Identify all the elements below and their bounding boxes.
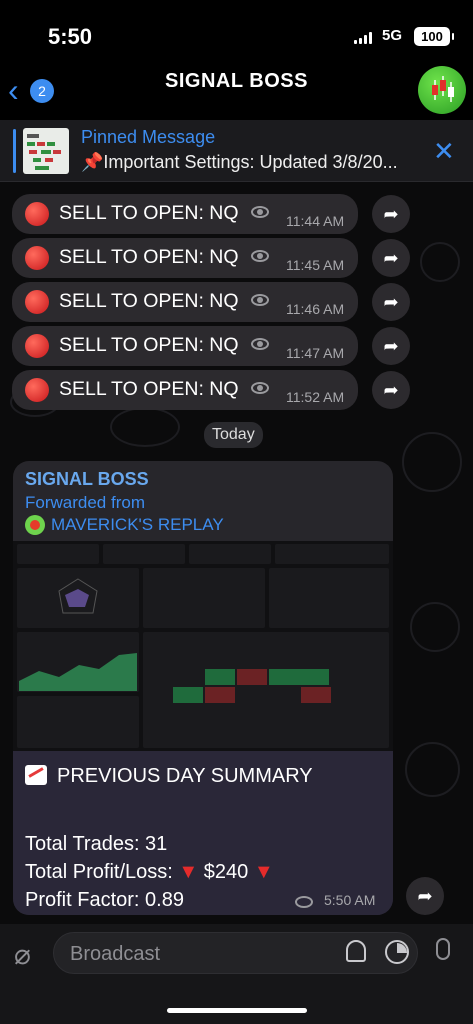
home-indicator (167, 1008, 307, 1013)
message-text: SELL TO OPEN: NQ (59, 202, 239, 224)
dashboard-screenshot[interactable] (13, 541, 393, 751)
background-doodle (420, 242, 460, 282)
message-text: SELL TO OPEN: NQ (59, 246, 239, 268)
red-circle-icon (25, 290, 49, 314)
red-circle-icon (25, 334, 49, 358)
forwarded-message[interactable]: SIGNAL BOSS Forwarded from MAVERICK'S RE… (13, 461, 393, 915)
message-time: 11:47 AM (286, 345, 345, 361)
chart-decreasing-icon (25, 765, 47, 785)
message-time: 11:46 AM (286, 301, 345, 317)
forwarded-label: Forwarded from (25, 493, 145, 512)
forward-origin[interactable]: MAVERICK'S REPLAY (25, 515, 224, 535)
summary-text: PREVIOUS DAY SUMMARY Total Trades: 31 To… (13, 751, 393, 915)
record-icon (25, 515, 45, 535)
message-bubble[interactable]: SELL TO OPEN: NQ 11:45 AM (12, 238, 358, 278)
message-text: SELL TO OPEN: NQ (59, 290, 239, 312)
cellular-signal-icon (354, 32, 372, 44)
composer-bar: ⌀ Broadcast (0, 924, 473, 1024)
total-trades: Total Trades: 31 (25, 833, 168, 855)
pinned-text: 📌Important Settings: Updated 3/8/20... (81, 152, 398, 172)
message-bubble[interactable]: SELL TO OPEN: NQ 11:44 AM (12, 194, 358, 234)
area-chart-thumbnail (19, 653, 137, 691)
network-type: 5G (382, 27, 403, 44)
red-circle-icon (25, 202, 49, 226)
views-icon (251, 294, 269, 306)
pinned-title: Pinned Message (81, 127, 216, 147)
red-circle-icon (25, 246, 49, 270)
views-icon (251, 250, 269, 262)
timer-icon[interactable] (385, 940, 409, 964)
red-circle-icon (25, 378, 49, 402)
background-doodle (110, 407, 180, 447)
message-bubble[interactable]: SELL TO OPEN: NQ 11:46 AM (12, 282, 358, 322)
message-time: 5:50 AM (324, 892, 376, 908)
red-triangle-icon: ▼ (253, 861, 274, 883)
forward-icon[interactable]: ➦ (406, 877, 444, 915)
forward-icon[interactable]: ➦ (372, 283, 410, 321)
summary-heading: PREVIOUS DAY SUMMARY (25, 765, 313, 788)
status-bar: 5:50 5G 100 (0, 0, 473, 62)
forward-icon[interactable]: ➦ (372, 195, 410, 233)
forward-icon[interactable]: ➦ (372, 371, 410, 409)
date-separator: Today (204, 422, 263, 448)
message-time: 11:52 AM (286, 389, 345, 405)
message-list[interactable]: SELL TO OPEN: NQ 11:44 AM ➦ SELL TO OPEN… (0, 182, 473, 924)
message-bubble[interactable]: SELL TO OPEN: NQ 11:47 AM (12, 326, 358, 366)
views-icon (251, 382, 269, 394)
message-time: 11:44 AM (286, 213, 345, 229)
message-time: 11:45 AM (286, 257, 345, 273)
input-placeholder: Broadcast (70, 943, 161, 965)
microphone-icon[interactable] (436, 938, 450, 960)
views-icon (251, 338, 269, 350)
sender-name[interactable]: SIGNAL BOSS (25, 469, 149, 490)
radar-chart-thumbnail (58, 578, 98, 614)
message-bubble[interactable]: SELL TO OPEN: NQ 11:52 AM (12, 370, 358, 410)
views-icon (251, 206, 269, 218)
red-triangle-icon: ▼ (178, 861, 199, 883)
pinned-thumbnail (23, 128, 69, 174)
candlestick-icon (432, 76, 454, 102)
bell-icon[interactable] (346, 940, 366, 962)
forward-icon[interactable]: ➦ (372, 327, 410, 365)
forward-icon[interactable]: ➦ (372, 239, 410, 277)
pinned-indicator (13, 129, 16, 173)
background-doodle (405, 742, 460, 797)
message-text: SELL TO OPEN: NQ (59, 378, 239, 400)
channel-avatar[interactable] (418, 66, 466, 114)
clock: 5:50 (48, 24, 93, 49)
views-icon (295, 896, 313, 908)
close-icon[interactable]: ✕ (433, 136, 455, 167)
profit-factor: Profit Factor: 0.89 (25, 889, 184, 911)
origin-name: MAVERICK'S REPLAY (51, 515, 224, 534)
chat-header: ‹ 2 SIGNAL BOSS (0, 62, 473, 120)
background-doodle (410, 602, 460, 652)
paperclip-icon[interactable]: ⌀ (14, 938, 31, 971)
pinned-message-bar[interactable]: Pinned Message 📌Important Settings: Upda… (0, 120, 473, 182)
chat-title[interactable]: SIGNAL BOSS (0, 70, 473, 93)
total-profit-loss: Total Profit/Loss: ▼ $240 ▼ (25, 861, 274, 883)
battery-icon: 100 (414, 27, 454, 46)
background-doodle (402, 432, 462, 492)
message-text: SELL TO OPEN: NQ (59, 334, 239, 356)
